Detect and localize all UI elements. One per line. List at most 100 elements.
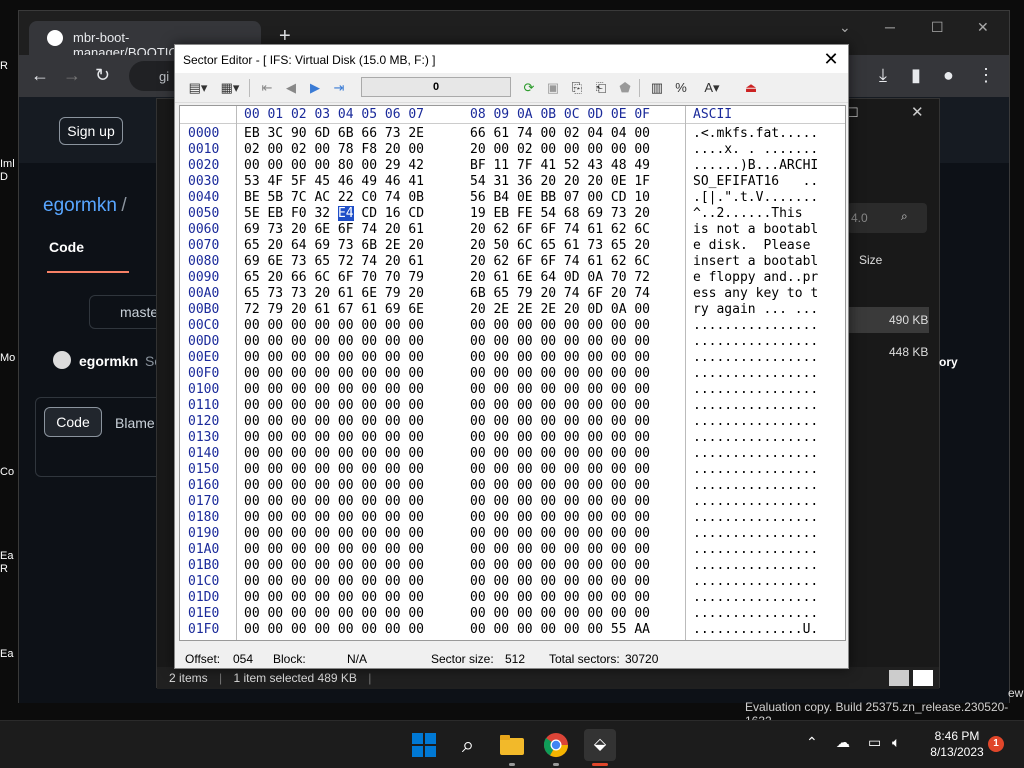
hex-bytes[interactable]: 00 00 00 00 00 00 00 00 [470, 590, 650, 606]
close-icon[interactable]: ✕ [977, 19, 989, 36]
network-icon[interactable]: ☁ [836, 734, 850, 751]
goto-icon[interactable]: ⬟ [615, 78, 635, 98]
menu-icon[interactable]: ⋮ [977, 65, 995, 86]
hex-bytes[interactable]: 00 00 00 00 00 00 00 00 [244, 414, 424, 430]
chevron-up-icon[interactable]: ⌃ [806, 734, 818, 751]
hex-bytes[interactable]: 00 00 00 00 00 00 00 00 [470, 350, 650, 366]
ascii-text[interactable]: ................ [693, 446, 818, 462]
hex-bytes[interactable]: 00 00 00 00 00 00 00 00 [244, 622, 424, 638]
desktop-icon-label[interactable]: R [0, 60, 18, 73]
signup-button[interactable]: Sign up [59, 117, 123, 145]
minimize-icon[interactable]: ─ [885, 19, 895, 35]
hex-bytes[interactable]: 00 00 00 00 00 00 00 00 [244, 334, 424, 350]
ascii-text[interactable]: ................ [693, 382, 818, 398]
hex-bytes[interactable]: 00 00 00 00 00 00 00 00 [244, 350, 424, 366]
ascii-text[interactable]: ................ [693, 414, 818, 430]
hex-bytes[interactable]: 00 00 00 00 00 00 00 00 [244, 590, 424, 606]
hex-bytes[interactable]: 00 00 00 00 00 00 00 00 [244, 318, 424, 334]
hex-bytes[interactable]: 5E EB F0 32 E4 CD 16 CD [244, 206, 424, 222]
hex-bytes[interactable]: 00 00 00 00 00 00 00 00 [244, 366, 424, 382]
hex-row[interactable]: 01A0 00 00 00 00 00 00 00 00 00 00 00 00 0… [180, 542, 845, 558]
hex-bytes[interactable]: 20 2E 2E 2E 20 0D 0A 00 [470, 302, 650, 318]
refresh-icon[interactable]: ⟳ [519, 78, 539, 98]
hex-bytes[interactable]: 20 00 02 00 00 00 00 00 [470, 142, 650, 158]
hex-bytes[interactable]: 00 00 00 00 00 00 00 00 [244, 526, 424, 542]
hex-row[interactable]: 0130 00 00 00 00 00 00 00 00 00 00 00 00 0… [180, 430, 845, 446]
hex-bytes[interactable]: 65 20 64 69 73 6B 2E 20 [244, 238, 424, 254]
ascii-text[interactable]: ................ [693, 478, 818, 494]
close-button[interactable]: ✕ [819, 47, 843, 71]
hex-row[interactable]: 0170 00 00 00 00 00 00 00 00 00 00 00 00 0… [180, 494, 845, 510]
desktop-icon-label[interactable]: Co [0, 466, 18, 479]
details-view-icon[interactable] [889, 670, 909, 686]
hex-bytes[interactable]: 00 00 00 00 00 00 00 00 [244, 478, 424, 494]
forward-icon[interactable]: → [63, 65, 81, 86]
hex-row[interactable]: 0140 00 00 00 00 00 00 00 00 00 00 00 00 0… [180, 446, 845, 462]
hex-row[interactable]: 00B0 72 79 20 61 67 61 69 6E 20 2E 2E 2E 2… [180, 302, 845, 318]
hex-bytes[interactable]: 00 00 00 00 00 00 00 00 [470, 318, 650, 334]
hex-bytes[interactable]: 00 00 00 00 00 00 00 00 [470, 462, 650, 478]
sidepanel-icon[interactable]: ▮ [911, 65, 921, 86]
hex-row[interactable]: 0010 02 00 02 00 78 F8 20 00 20 00 02 00 0… [180, 142, 845, 158]
hex-bytes[interactable]: 00 00 00 00 00 00 00 00 [470, 494, 650, 510]
hex-bytes[interactable]: BE 5B 7C AC 22 C0 74 0B [244, 190, 424, 206]
desktop-icon-label[interactable]: Ea R [0, 550, 18, 576]
hex-row[interactable]: 0020 00 00 00 00 80 00 29 42 BF 11 7F 41 5… [180, 158, 845, 174]
hex-row[interactable]: 0000 EB 3C 90 6D 6B 66 73 2E 66 61 74 00 0… [180, 126, 845, 142]
clock[interactable]: 8:46 PM 8/13/2023 [926, 728, 988, 760]
ascii-text[interactable]: .<.mkfs.fat..... [693, 126, 818, 142]
hex-row[interactable]: 0090 65 20 66 6C 6F 70 70 79 20 61 6E 64 0… [180, 270, 845, 286]
ascii-text[interactable]: ................ [693, 606, 818, 622]
hex-bytes[interactable]: EB 3C 90 6D 6B 66 73 2E [244, 126, 424, 142]
hex-bytes[interactable]: 20 62 6F 6F 74 61 62 6C [470, 254, 650, 270]
exit-icon[interactable]: ⏏ [741, 78, 761, 98]
hex-bytes[interactable]: 00 00 00 00 00 00 00 00 [470, 430, 650, 446]
hex-bytes[interactable]: 00 00 00 00 00 00 00 00 [470, 366, 650, 382]
hex-bytes[interactable]: 00 00 00 00 00 00 00 00 [470, 526, 650, 542]
ascii-text[interactable]: .[|.".t.V....... [693, 190, 818, 206]
hex-row[interactable]: 0080 69 6E 73 65 72 74 20 61 20 62 6F 6F 7… [180, 254, 845, 270]
hex-bytes[interactable]: 00 00 00 00 00 00 00 00 [470, 414, 650, 430]
hex-bytes[interactable]: 00 00 00 00 00 00 00 00 [244, 558, 424, 574]
view-menu-icon[interactable]: ▤▾ [185, 78, 211, 98]
hex-row[interactable]: 0030 53 4F 5F 45 46 49 46 41 54 31 36 20 2… [180, 174, 845, 190]
hex-row[interactable]: 0070 65 20 64 69 73 6B 2E 20 20 50 6C 65 6… [180, 238, 845, 254]
hex-bytes[interactable]: 20 50 6C 65 61 73 65 20 [470, 238, 650, 254]
hex-row[interactable]: 0060 69 73 20 6E 6F 74 20 61 20 62 6F 6F 7… [180, 222, 845, 238]
hex-bytes[interactable]: 65 73 73 20 61 6E 79 20 [244, 286, 424, 302]
hex-bytes[interactable]: 00 00 00 00 00 00 00 00 [470, 606, 650, 622]
close-icon[interactable]: ✕ [911, 103, 924, 121]
selected-byte[interactable]: E4 [337, 206, 354, 221]
search-icon[interactable]: ⌕ [452, 729, 484, 761]
hex-bytes[interactable]: 19 EB FE 54 68 69 73 20 [470, 206, 650, 222]
ascii-text[interactable]: ry again ... ... [693, 302, 818, 318]
start-button[interactable] [408, 729, 440, 761]
hex-bytes[interactable]: 00 00 00 00 00 00 00 00 [244, 382, 424, 398]
hex-bytes[interactable]: BF 11 7F 41 52 43 48 49 [470, 158, 650, 174]
prev-sector-icon[interactable]: ◀ [281, 78, 301, 98]
bootice-icon[interactable]: ⬙ [584, 729, 616, 761]
hex-bytes[interactable]: 00 00 00 00 00 00 00 00 [470, 542, 650, 558]
hex-bytes[interactable]: 00 00 00 00 00 00 00 00 [244, 510, 424, 526]
hex-bytes[interactable]: 00 00 00 00 00 00 00 00 [470, 446, 650, 462]
hex-bytes[interactable]: 00 00 00 00 00 00 00 00 [470, 334, 650, 350]
hex-row[interactable]: 0120 00 00 00 00 00 00 00 00 00 00 00 00 0… [180, 414, 845, 430]
chevron-down-icon[interactable]: ⌄ [839, 19, 851, 36]
hex-bytes[interactable]: 00 00 00 00 00 00 00 00 [244, 446, 424, 462]
hex-bytes[interactable]: 6B 65 79 20 74 6F 20 74 [470, 286, 650, 302]
hex-bytes[interactable]: 20 61 6E 64 0D 0A 70 72 [470, 270, 650, 286]
hex-row[interactable]: 0110 00 00 00 00 00 00 00 00 00 00 00 00 0… [180, 398, 845, 414]
ascii-text[interactable]: insert a bootabl [693, 254, 818, 270]
tiles-view-icon[interactable] [913, 670, 933, 686]
hex-bytes[interactable]: 00 00 00 00 80 00 29 42 [244, 158, 424, 174]
last-sector-icon[interactable]: ⇥ [329, 78, 349, 98]
blame-button[interactable]: Blame [115, 415, 155, 431]
hex-bytes[interactable]: 69 73 20 6E 6F 74 20 61 [244, 222, 424, 238]
hex-bytes[interactable]: 02 00 02 00 78 F8 20 00 [244, 142, 424, 158]
hex-bytes[interactable]: 53 4F 5F 45 46 49 46 41 [244, 174, 424, 190]
repo-owner-link[interactable]: egormkn [43, 195, 117, 216]
hex-row[interactable]: 01C0 00 00 00 00 00 00 00 00 00 00 00 00 0… [180, 574, 845, 590]
desktop-icon-label[interactable]: Ea [0, 648, 18, 661]
ascii-text[interactable]: ess any key to t [693, 286, 818, 302]
hex-row[interactable]: 01D0 00 00 00 00 00 00 00 00 00 00 00 00 0… [180, 590, 845, 606]
